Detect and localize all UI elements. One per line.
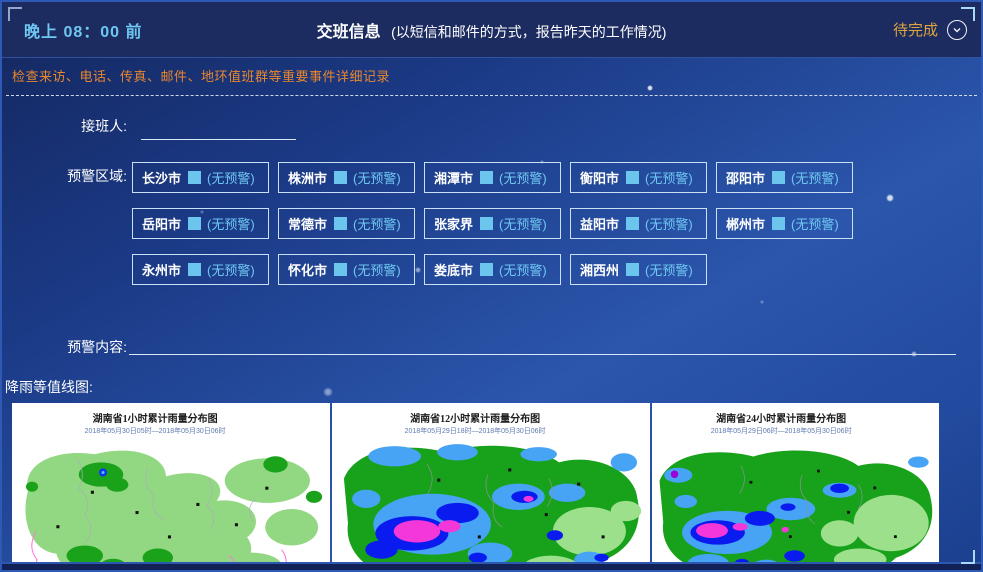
no-warning-label: (无预警)	[645, 214, 693, 233]
city-name: 湘潭市	[434, 168, 473, 187]
city-name: 郴州市	[726, 214, 765, 233]
corner-bracket	[961, 7, 975, 21]
checkbox-icon[interactable]	[772, 171, 785, 184]
rainfall-map-12h: 湖南省12小时累计雨量分布图 2018年05月29日18时—2018年05月30…	[332, 403, 650, 572]
checkbox-icon[interactable]	[626, 263, 639, 276]
warning-city-item[interactable]: 张家界 (无预警)	[424, 208, 561, 239]
status-badge: 待完成	[893, 19, 938, 40]
city-name: 邵阳市	[726, 168, 765, 187]
receiver-input[interactable]	[141, 118, 296, 140]
city-name: 娄底市	[434, 260, 473, 279]
page-subtitle: (以短信和邮件的方式，报告昨天的工作情况)	[391, 24, 666, 40]
city-name: 常德市	[288, 214, 327, 233]
city-name: 张家界	[434, 214, 473, 233]
checkbox-icon[interactable]	[188, 171, 201, 184]
no-warning-label: (无预警)	[207, 214, 255, 233]
no-warning-label: (无预警)	[499, 260, 547, 279]
checkbox-icon[interactable]	[334, 217, 347, 230]
checkbox-icon[interactable]	[480, 217, 493, 230]
city-name: 永州市	[142, 260, 181, 279]
map-title: 湖南省24小时累计雨量分布图	[686, 410, 875, 425]
checkbox-icon[interactable]	[334, 263, 347, 276]
receiver-row: 接班人:	[2, 112, 981, 140]
map-date-range: 2018年05月29日06时—2018年05月30日06时	[686, 426, 875, 436]
rainfall-maps-row: 湖南省1小时累计雨量分布图 2018年05月30日05时—2018年05月30日…	[12, 403, 981, 572]
no-warning-label: (无预警)	[207, 168, 255, 187]
notice-text: 检查来访、电话、传真、邮件、地环值班群等重要事件详细记录	[2, 58, 981, 91]
checkbox-icon[interactable]	[480, 263, 493, 276]
rainfall-map-24h: 湖南省24小时累计雨量分布图 2018年05月29日06时—2018年05月30…	[652, 403, 939, 572]
no-warning-label: (无预警)	[645, 260, 693, 279]
checkbox-icon[interactable]	[188, 263, 201, 276]
warning-city-item[interactable]: 怀化市 (无预警)	[278, 254, 415, 285]
city-name: 怀化市	[288, 260, 327, 279]
header-title-group: 交班信息 (以短信和邮件的方式，报告昨天的工作情况)	[2, 18, 981, 42]
warning-city-item[interactable]: 株洲市 (无预警)	[278, 162, 415, 193]
corner-bracket	[8, 7, 22, 21]
dashed-divider	[6, 95, 977, 96]
no-warning-label: (无预警)	[353, 214, 401, 233]
rainfall-map-image	[652, 438, 939, 572]
warning-city-item[interactable]: 娄底市 (无预警)	[424, 254, 561, 285]
rainfall-map-1h: 湖南省1小时累计雨量分布图 2018年05月30日05时—2018年05月30日…	[12, 403, 330, 572]
warning-city-item[interactable]: 郴州市 (无预警)	[716, 208, 853, 239]
warning-city-item[interactable]: 湘西州 (无预警)	[570, 254, 707, 285]
no-warning-label: (无预警)	[791, 168, 839, 187]
checkbox-icon[interactable]	[188, 217, 201, 230]
warning-content-label: 预警内容:	[2, 333, 127, 357]
receiver-label: 接班人:	[2, 112, 127, 136]
corner-bracket	[961, 550, 975, 564]
warning-city-item[interactable]: 益阳市 (无预警)	[570, 208, 707, 239]
warning-content-input[interactable]	[129, 333, 956, 355]
page-title: 交班信息	[317, 24, 381, 41]
no-warning-label: (无预警)	[353, 260, 401, 279]
warning-area-label: 预警区域:	[2, 162, 127, 186]
checkbox-icon[interactable]	[772, 217, 785, 230]
shift-handover-panel: 晚上 08：00 前 交班信息 (以短信和邮件的方式，报告昨天的工作情况) 待完…	[0, 0, 983, 572]
checkbox-icon[interactable]	[480, 171, 493, 184]
no-warning-label: (无预警)	[207, 260, 255, 279]
no-warning-label: (无预警)	[499, 214, 547, 233]
warning-area-grid: 长沙市 (无预警) 株洲市 (无预警) 湘潭市 (无预警) 衡阳市 (无预警) 邵阳市 (无预警)…	[132, 162, 872, 285]
rainfall-map-image	[12, 438, 330, 572]
city-name: 衡阳市	[580, 168, 619, 187]
warning-city-item[interactable]: 长沙市 (无预警)	[132, 162, 269, 193]
rainfall-map-image	[332, 438, 650, 572]
warning-city-item[interactable]: 湘潭市 (无预警)	[424, 162, 561, 193]
map-title: 湖南省12小时累计雨量分布图	[370, 410, 580, 425]
warning-content-row: 预警内容:	[2, 333, 981, 357]
warning-city-item[interactable]: 常德市 (无预警)	[278, 208, 415, 239]
map-title: 湖南省1小时累计雨量分布图	[50, 410, 260, 425]
checkbox-icon[interactable]	[626, 171, 639, 184]
map-date-range: 2018年05月30日05时—2018年05月30日06时	[50, 426, 260, 436]
city-name: 益阳市	[580, 214, 619, 233]
city-name: 岳阳市	[142, 214, 181, 233]
checkbox-icon[interactable]	[626, 217, 639, 230]
status-collapse-control[interactable]: 待完成	[893, 19, 967, 40]
chevron-down-icon[interactable]	[947, 20, 967, 40]
bottom-bar	[2, 562, 981, 570]
no-warning-label: (无预警)	[353, 168, 401, 187]
city-name: 长沙市	[142, 168, 181, 187]
warning-city-item[interactable]: 岳阳市 (无预警)	[132, 208, 269, 239]
warning-city-item[interactable]: 衡阳市 (无预警)	[570, 162, 707, 193]
warning-city-item[interactable]: 邵阳市 (无预警)	[716, 162, 853, 193]
warning-city-item[interactable]: 永州市 (无预警)	[132, 254, 269, 285]
city-name: 湘西州	[580, 260, 619, 279]
checkbox-icon[interactable]	[334, 171, 347, 184]
map-date-range: 2018年05月29日18时—2018年05月30日06时	[370, 426, 580, 436]
city-name: 株洲市	[288, 168, 327, 187]
no-warning-label: (无预警)	[791, 214, 839, 233]
header: 晚上 08：00 前 交班信息 (以短信和邮件的方式，报告昨天的工作情况) 待完…	[2, 2, 981, 58]
no-warning-label: (无预警)	[499, 168, 547, 187]
warning-area-row: 预警区域: 长沙市(无预警)株洲市(无预警)湘潭市(无预警)衡阳市(无预警)邵阳…	[2, 162, 981, 285]
rainfall-maps-label: 降雨等值线图:	[2, 377, 981, 397]
no-warning-label: (无预警)	[645, 168, 693, 187]
